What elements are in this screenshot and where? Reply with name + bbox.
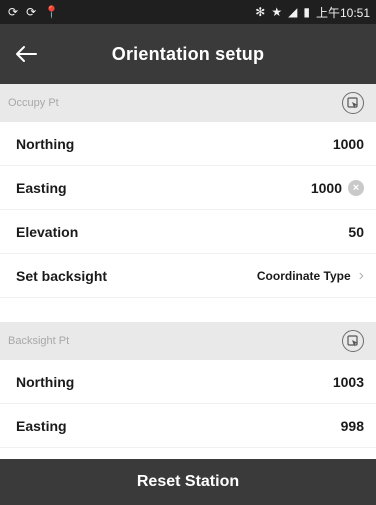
pick-point-icon [347,335,358,347]
backsight-pick-point-button[interactable] [342,330,364,352]
status-bar-right: ✻ ★ ◢ ▮ 上午10:51 [255,4,370,21]
arrow-left-icon [16,46,37,62]
occupy-pick-point-button[interactable] [342,92,364,114]
occupy-northing-label: Northing [16,135,75,152]
location-pin-icon: 📍 [44,5,60,19]
app-bar: Orientation setup [0,24,376,84]
backsight-northing-row[interactable]: Northing 1003 [0,360,376,404]
reset-station-button[interactable]: Reset Station [0,459,376,505]
occupy-section-header: Occupy Pt [0,84,376,122]
occupy-elevation-row[interactable]: Elevation 50 [0,210,376,254]
backsight-section-header: Backsight Pt [0,322,376,360]
occupy-northing-row[interactable]: Northing 1000 [0,122,376,166]
star-icon: ★ [271,5,283,19]
set-backsight-value: Coordinate Type [256,268,351,283]
page-title: Orientation setup [111,43,265,64]
sync-icon: ⟳ [26,5,37,19]
occupy-section-label: Occupy Pt [8,97,59,109]
backsight-easting-label: Easting [16,417,67,434]
set-backsight-label: Set backsight [16,267,108,284]
status-bar: ⟳ ⟳ 📍 ✻ ★ ◢ ▮ 上午10:51 [0,0,376,24]
occupy-elevation-value: 50 [348,223,364,240]
occupy-easting-value[interactable]: 1000 [311,180,342,196]
backsight-northing-value: 1003 [332,373,364,390]
backsight-easting-value: 998 [340,417,364,434]
chevron-right-icon: › [358,266,364,284]
occupy-northing-value: 1000 [332,135,364,152]
status-bar-left: ⟳ ⟳ 📍 [8,6,59,18]
backsight-northing-label: Northing [16,373,75,390]
back-button[interactable] [8,36,44,72]
occupy-easting-row[interactable]: Easting 1000 × [0,166,376,210]
occupy-elevation-label: Elevation [16,223,79,240]
clear-icon[interactable]: × [348,179,364,196]
pick-point-icon [347,97,358,109]
backsight-easting-row[interactable]: Easting 998 [0,404,376,448]
backsight-section-label: Backsight Pt [8,335,70,347]
set-backsight-row[interactable]: Set backsight Coordinate Type › [0,254,376,298]
battery-icon: ▮ [303,5,310,19]
sync-icon: ⟳ [8,5,19,19]
occupy-easting-label: Easting [16,179,67,196]
bluetooth-icon: ✻ [255,5,266,19]
signal-icon: ◢ [288,5,298,19]
status-time: 上午10:51 [315,5,370,20]
